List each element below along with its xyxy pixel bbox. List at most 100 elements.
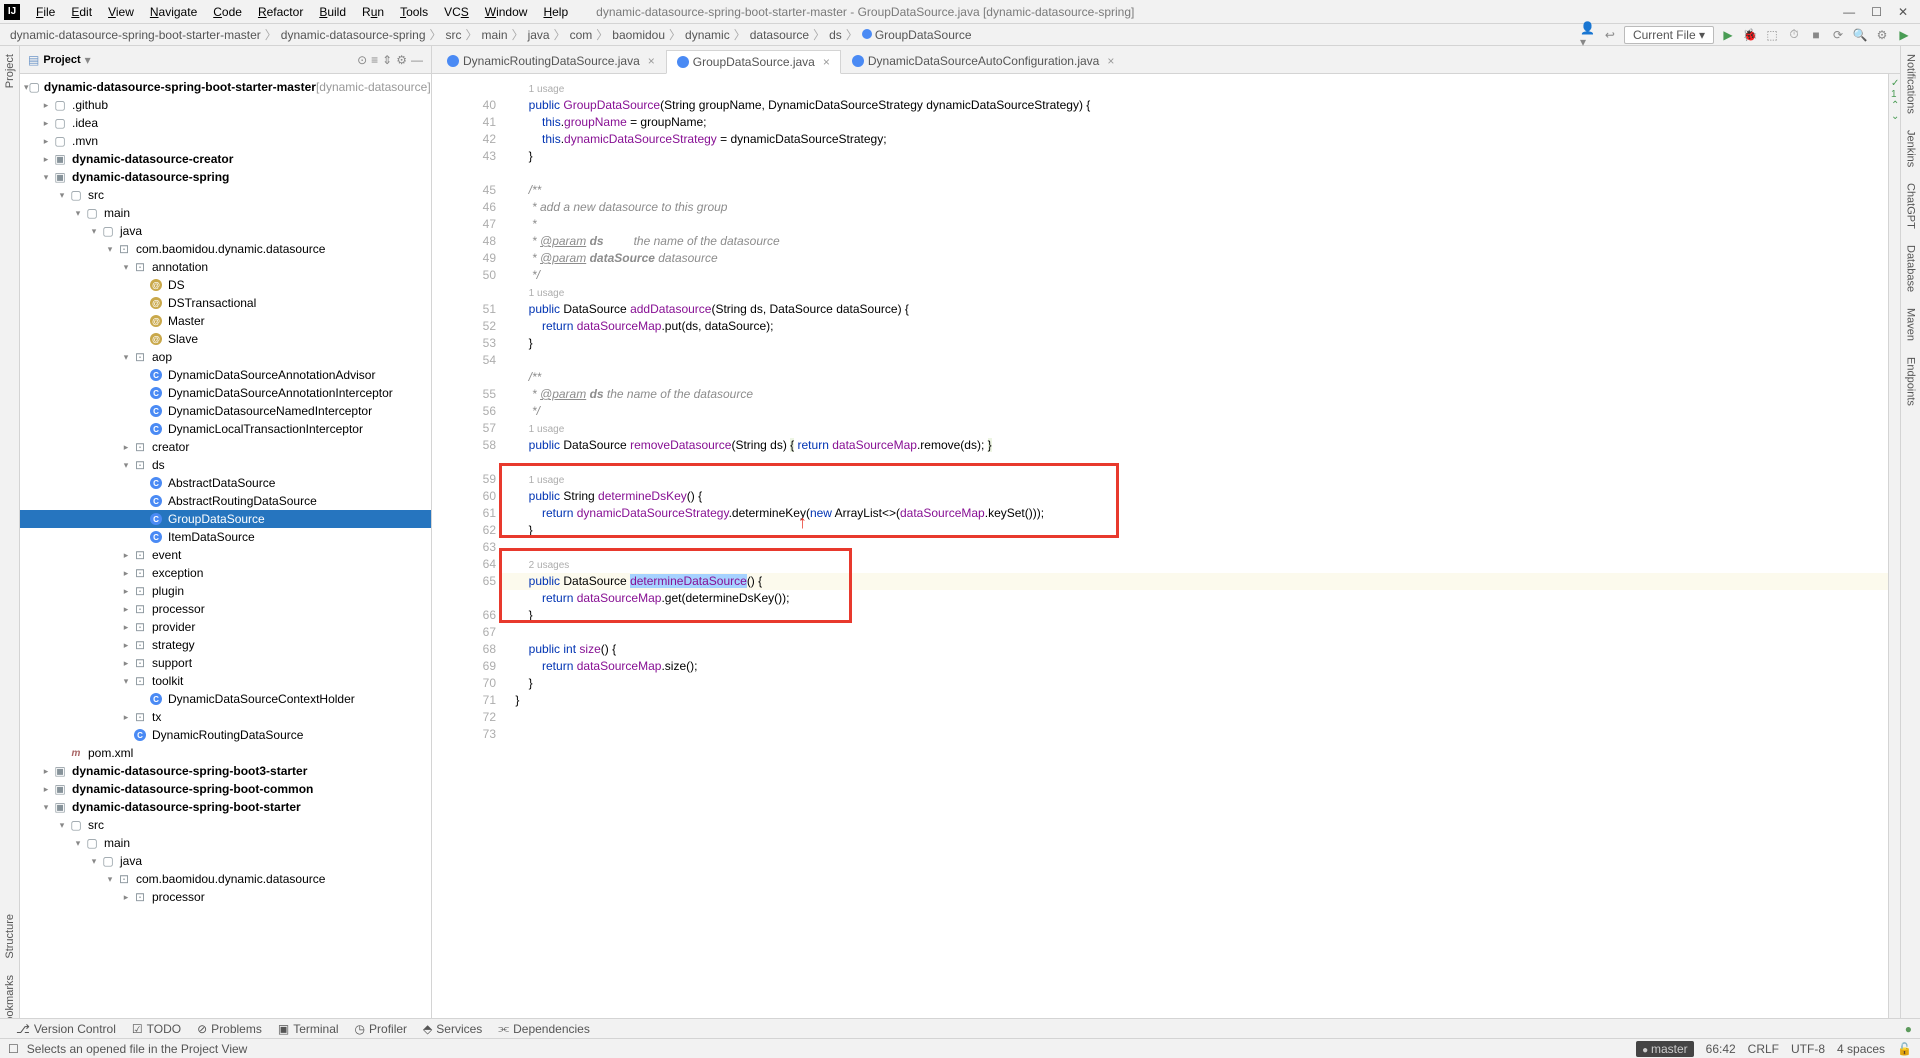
select-opened-file-icon[interactable]: ⊙ <box>357 53 367 67</box>
quick-list-icon[interactable]: ☐ <box>8 1042 19 1056</box>
tree-item[interactable]: @DSTransactional <box>20 294 431 312</box>
settings-icon[interactable]: ⚙ <box>396 53 407 67</box>
rail-notifications[interactable]: Notifications <box>1903 46 1919 122</box>
tree-item[interactable]: CItemDataSource <box>20 528 431 546</box>
user-icon[interactable]: 👤▾ <box>1580 27 1596 43</box>
crumb[interactable]: com <box>568 28 595 42</box>
menu-refactor[interactable]: Refactor <box>250 3 311 21</box>
toolwin-profiler[interactable]: ◷Profiler <box>347 1022 416 1036</box>
tree-item[interactable]: ▸⊡plugin <box>20 582 431 600</box>
tree-item[interactable]: ▾⊡com.baomidou.dynamic.datasource <box>20 870 431 888</box>
debug-icon[interactable]: 🐞 <box>1742 27 1758 43</box>
tree-item[interactable]: ▾⊡annotation <box>20 258 431 276</box>
tree-item[interactable]: ▸⊡event <box>20 546 431 564</box>
toolwin-services[interactable]: ⬘Services <box>415 1022 490 1036</box>
expand-all-icon[interactable]: ≡ <box>371 53 378 67</box>
tree-root[interactable]: ▾▢dynamic-datasource-spring-boot-starter… <box>20 78 431 96</box>
background-tasks-icon[interactable]: ● <box>1905 1022 1912 1036</box>
error-stripe[interactable]: ✓ 1 ⌃ ⌄ <box>1888 74 1900 1038</box>
close-tab-icon[interactable]: × <box>648 54 655 68</box>
toolwin-todo[interactable]: ☑TODO <box>124 1022 189 1036</box>
tree-item[interactable]: ▸⊡processor <box>20 888 431 906</box>
crumb-class[interactable]: GroupDataSource <box>860 28 974 42</box>
tree-item[interactable]: @Master <box>20 312 431 330</box>
editor-body[interactable]: 4041424345464748495051525354555657585960… <box>432 74 1900 1038</box>
run-config-selector[interactable]: Current File ▾ <box>1624 26 1714 44</box>
line-number-gutter[interactable]: 4041424345464748495051525354555657585960… <box>472 74 502 1038</box>
crumb[interactable]: baomidou <box>610 28 667 42</box>
rail-jenkins[interactable]: Jenkins <box>1903 122 1919 175</box>
tree-item[interactable]: CAbstractRoutingDataSource <box>20 492 431 510</box>
rail-chatgpt[interactable]: ChatGPT <box>1903 175 1919 237</box>
tree-item[interactable]: ▸▣dynamic-datasource-creator <box>20 150 431 168</box>
menu-navigate[interactable]: Navigate <box>142 3 205 21</box>
tree-item[interactable]: ▸▢.idea <box>20 114 431 132</box>
menu-view[interactable]: View <box>100 3 142 21</box>
maximize-icon[interactable]: ☐ <box>1871 5 1882 19</box>
tree-item[interactable]: ▾▢main <box>20 834 431 852</box>
indent-info[interactable]: 4 spaces <box>1837 1042 1885 1056</box>
inspection-ok-icon[interactable]: ✓ 1 ⌃ ⌄ <box>1891 78 1900 122</box>
tree-item[interactable]: ▾⊡toolkit <box>20 672 431 690</box>
tree-item[interactable]: CAbstractDataSource <box>20 474 431 492</box>
rail-endpoints[interactable]: Endpoints <box>1903 349 1919 414</box>
tree-item[interactable]: ▾▢main <box>20 204 431 222</box>
tree-item[interactable]: @Slave <box>20 330 431 348</box>
crumb[interactable]: dynamic-datasource-spring <box>279 28 428 42</box>
menu-build[interactable]: Build <box>311 3 354 21</box>
crumb[interactable]: ds <box>827 28 844 42</box>
tree-item[interactable]: ▸⊡support <box>20 654 431 672</box>
toolwin-problems[interactable]: ⊘Problems <box>189 1022 270 1036</box>
file-encoding[interactable]: UTF-8 <box>1791 1042 1825 1056</box>
close-tab-icon[interactable]: × <box>823 55 830 69</box>
back-icon[interactable]: ↩ <box>1602 27 1618 43</box>
tab[interactable]: DynamicDataSourceAutoConfiguration.java× <box>841 49 1125 73</box>
tree-item[interactable]: CGroupDataSource <box>20 510 431 528</box>
tree-item[interactable]: ▸▣dynamic-datasource-spring-boot-common <box>20 780 431 798</box>
crumb[interactable]: java <box>526 28 552 42</box>
toolwin-dependencies[interactable]: ⫘Dependencies <box>490 1021 598 1036</box>
menu-code[interactable]: Code <box>205 3 250 21</box>
tree-item[interactable]: CDynamicRoutingDataSource <box>20 726 431 744</box>
tree-item[interactable]: ▾▢src <box>20 816 431 834</box>
tree-item[interactable]: ▸⊡provider <box>20 618 431 636</box>
close-icon[interactable]: ✕ <box>1898 5 1908 19</box>
hide-icon[interactable]: — <box>411 53 423 67</box>
stop-icon[interactable]: ■ <box>1808 27 1824 43</box>
close-tab-icon[interactable]: × <box>1107 54 1114 68</box>
tree-item[interactable]: ▸⊡strategy <box>20 636 431 654</box>
settings-icon[interactable]: ⚙ <box>1874 27 1890 43</box>
menu-help[interactable]: Help <box>535 3 576 21</box>
crumb[interactable]: datasource <box>748 28 811 42</box>
caret-position[interactable]: 66:42 <box>1706 1042 1736 1056</box>
tree-item[interactable]: ▾⊡com.baomidou.dynamic.datasource <box>20 240 431 258</box>
tab[interactable]: DynamicRoutingDataSource.java× <box>436 49 666 73</box>
tree-item[interactable]: CDynamicDataSourceAnnotationInterceptor <box>20 384 431 402</box>
tree-item[interactable]: ▸▣dynamic-datasource-spring-boot3-starte… <box>20 762 431 780</box>
tree-item[interactable]: @DS <box>20 276 431 294</box>
tab-active[interactable]: GroupDataSource.java× <box>666 50 841 74</box>
project-tree[interactable]: ▾▢dynamic-datasource-spring-boot-starter… <box>20 74 431 1038</box>
tree-item[interactable]: mpom.xml <box>20 744 431 762</box>
tree-item[interactable]: ▾▢java <box>20 222 431 240</box>
tree-item[interactable]: ▾▣dynamic-datasource-spring <box>20 168 431 186</box>
run-icon[interactable]: ▶ <box>1720 27 1736 43</box>
tree-item[interactable]: ▸⊡tx <box>20 708 431 726</box>
left-rail-project[interactable]: Project <box>2 46 18 96</box>
crumb[interactable]: dynamic <box>683 28 732 42</box>
tree-item[interactable]: ▾▢src <box>20 186 431 204</box>
menu-run[interactable]: Run <box>354 3 392 21</box>
menu-edit[interactable]: Edit <box>63 3 100 21</box>
menu-file[interactable]: File <box>28 3 63 21</box>
menu-vcs[interactable]: VCS <box>436 3 477 21</box>
crumb[interactable]: dynamic-datasource-spring-boot-starter-m… <box>8 28 263 42</box>
toolwin-version-control[interactable]: ⎇Version Control <box>8 1022 124 1036</box>
tree-item[interactable]: ▸⊡processor <box>20 600 431 618</box>
minimize-icon[interactable]: — <box>1843 5 1855 19</box>
line-separator[interactable]: CRLF <box>1748 1042 1779 1056</box>
tree-item[interactable]: ▸▢.github <box>20 96 431 114</box>
crumb[interactable]: src <box>444 28 464 42</box>
rail-maven[interactable]: Maven <box>1903 300 1919 349</box>
menu-tools[interactable]: Tools <box>392 3 436 21</box>
rail-database[interactable]: Database <box>1903 237 1919 300</box>
